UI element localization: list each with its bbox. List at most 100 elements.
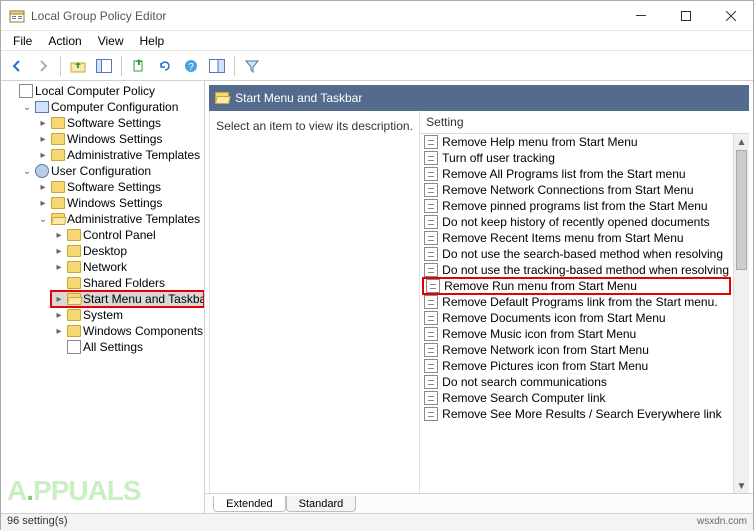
policy-setting-icon (424, 359, 438, 373)
folder-icon (51, 149, 65, 161)
expander-icon[interactable]: ⌄ (21, 101, 33, 113)
tree-cc-admin-templates[interactable]: ▸ Administrative Templates (35, 147, 204, 163)
tree-uc-windows-settings[interactable]: ▸ Windows Settings (35, 195, 204, 211)
setting-row[interactable]: Remove Help menu from Start Menu (420, 134, 733, 150)
tree-control-panel[interactable]: ▸ Control Panel (51, 227, 204, 243)
expander-icon[interactable]: ▸ (37, 117, 49, 129)
expander-icon[interactable]: ▸ (53, 245, 65, 257)
tree-root[interactable]: ▸ Local Computer Policy (3, 83, 204, 99)
maximize-button[interactable] (663, 1, 708, 31)
settings-list: Remove Help menu from Start MenuTurn off… (420, 134, 733, 494)
tree-user-configuration[interactable]: ⌄ User Configuration (19, 163, 204, 179)
policy-setting-icon (426, 279, 440, 293)
scroll-up-icon[interactable]: ▲ (734, 134, 749, 150)
export-button[interactable] (127, 54, 151, 78)
setting-row[interactable]: Do not search communications (420, 374, 733, 390)
setting-row[interactable]: Do not keep history of recently opened d… (420, 214, 733, 230)
setting-row[interactable]: Remove Music icon from Start Menu (420, 326, 733, 342)
scroll-down-icon[interactable]: ▼ (734, 478, 749, 494)
forward-button[interactable] (31, 54, 55, 78)
description-column: Select an item to view its description. (210, 111, 420, 494)
expander-icon[interactable]: ▸ (53, 261, 65, 273)
tree-label: Administrative Templates (67, 148, 200, 162)
setting-row[interactable]: Remove pinned programs list from the Sta… (420, 198, 733, 214)
tree-all-settings[interactable]: ▸ All Settings (51, 339, 204, 355)
setting-label: Do not use the search-based method when … (442, 247, 723, 261)
tree-cc-windows-settings[interactable]: ▸ Windows Settings (35, 131, 204, 147)
expander-icon[interactable]: ▸ (37, 149, 49, 161)
setting-row[interactable]: Remove Documents icon from Start Menu (420, 310, 733, 326)
tree-pane-icon (96, 59, 112, 73)
tree-windows-components[interactable]: ▸ Windows Components (51, 323, 204, 339)
policy-setting-icon (424, 311, 438, 325)
vertical-scrollbar[interactable]: ▲ ▼ (733, 134, 749, 494)
setting-row[interactable]: Remove Pictures icon from Start Menu (420, 358, 733, 374)
settings-column: Setting Remove Help menu from Start Menu… (420, 111, 749, 494)
menu-action[interactable]: Action (40, 32, 89, 50)
setting-row[interactable]: Do not use the search-based method when … (420, 246, 733, 262)
tree-label: Software Settings (67, 180, 161, 194)
folder-icon (67, 309, 81, 321)
tree-cc-software-settings[interactable]: ▸ Software Settings (35, 115, 204, 131)
expander-icon[interactable]: ▸ (53, 229, 65, 241)
refresh-button[interactable] (153, 54, 177, 78)
expander-icon[interactable]: ▸ (53, 309, 65, 321)
setting-row[interactable]: Remove Network icon from Start Menu (420, 342, 733, 358)
properties-button[interactable] (205, 54, 229, 78)
folder-icon (51, 181, 65, 193)
tree-label: Shared Folders (83, 276, 165, 290)
expander-icon[interactable]: ⌄ (21, 165, 33, 177)
setting-row[interactable]: Do not use the tracking-based method whe… (420, 262, 733, 278)
tree-network[interactable]: ▸ Network (51, 259, 204, 275)
expander-icon[interactable]: ▸ (37, 197, 49, 209)
policy-setting-icon (424, 167, 438, 181)
tree-start-menu-taskbar[interactable]: ▸ Start Menu and Taskbar (51, 291, 204, 307)
forward-icon (36, 59, 50, 73)
setting-row[interactable]: Remove Recent Items menu from Start Menu (420, 230, 733, 246)
expander-icon[interactable]: ▸ (53, 293, 65, 305)
help-button[interactable]: ? (179, 54, 203, 78)
setting-row[interactable]: Remove All Programs list from the Start … (420, 166, 733, 182)
setting-row[interactable]: Remove Search Computer link (420, 390, 733, 406)
tree-computer-configuration[interactable]: ⌄ Computer Configuration (19, 99, 204, 115)
tree-system[interactable]: ▸ System (51, 307, 204, 323)
menu-help[interactable]: Help (132, 32, 173, 50)
menu-file[interactable]: File (5, 32, 40, 50)
tree-shared-folders[interactable]: ▸ Shared Folders (51, 275, 204, 291)
expander-icon[interactable]: ▸ (37, 133, 49, 145)
app-icon (9, 8, 25, 24)
up-button[interactable] (66, 54, 90, 78)
tree-pane: ▸ Local Computer Policy ⌄ Computer Confi… (1, 81, 205, 513)
setting-label: Do not use the tracking-based method whe… (442, 263, 729, 277)
expander-icon[interactable]: ▸ (37, 181, 49, 193)
expander-icon[interactable]: ⌄ (37, 213, 49, 225)
folder-icon (51, 117, 65, 129)
tree-uc-admin-templates[interactable]: ⌄ Administrative Templates (35, 211, 204, 227)
setting-row[interactable]: Remove Network Connections from Start Me… (420, 182, 733, 198)
setting-label: Remove Default Programs link from the St… (442, 295, 717, 309)
column-header-setting[interactable]: Setting (420, 111, 749, 134)
setting-label: Do not search communications (442, 375, 607, 389)
setting-row[interactable]: Remove See More Results / Search Everywh… (420, 406, 733, 422)
expander-icon[interactable]: ▸ (53, 325, 65, 337)
content-header-title: Start Menu and Taskbar (235, 91, 362, 105)
setting-row[interactable]: Remove Run menu from Start Menu (422, 277, 731, 295)
tree-desktop[interactable]: ▸ Desktop (51, 243, 204, 259)
policy-setting-icon (424, 343, 438, 357)
filter-button[interactable] (240, 54, 264, 78)
tab-extended[interactable]: Extended (213, 496, 285, 512)
scroll-thumb[interactable] (736, 150, 747, 270)
setting-row[interactable]: Remove Default Programs link from the St… (420, 294, 733, 310)
show-hide-tree-button[interactable] (92, 54, 116, 78)
tree-label: User Configuration (51, 164, 151, 178)
scroll-track[interactable] (734, 270, 749, 478)
back-button[interactable] (5, 54, 29, 78)
tree-label: Computer Configuration (51, 100, 178, 114)
minimize-button[interactable] (618, 1, 663, 31)
folder-icon (67, 229, 81, 241)
tab-standard[interactable]: Standard (286, 496, 357, 512)
setting-row[interactable]: Turn off user tracking (420, 150, 733, 166)
menu-view[interactable]: View (90, 32, 132, 50)
close-button[interactable] (708, 1, 753, 31)
tree-uc-software-settings[interactable]: ▸ Software Settings (35, 179, 204, 195)
